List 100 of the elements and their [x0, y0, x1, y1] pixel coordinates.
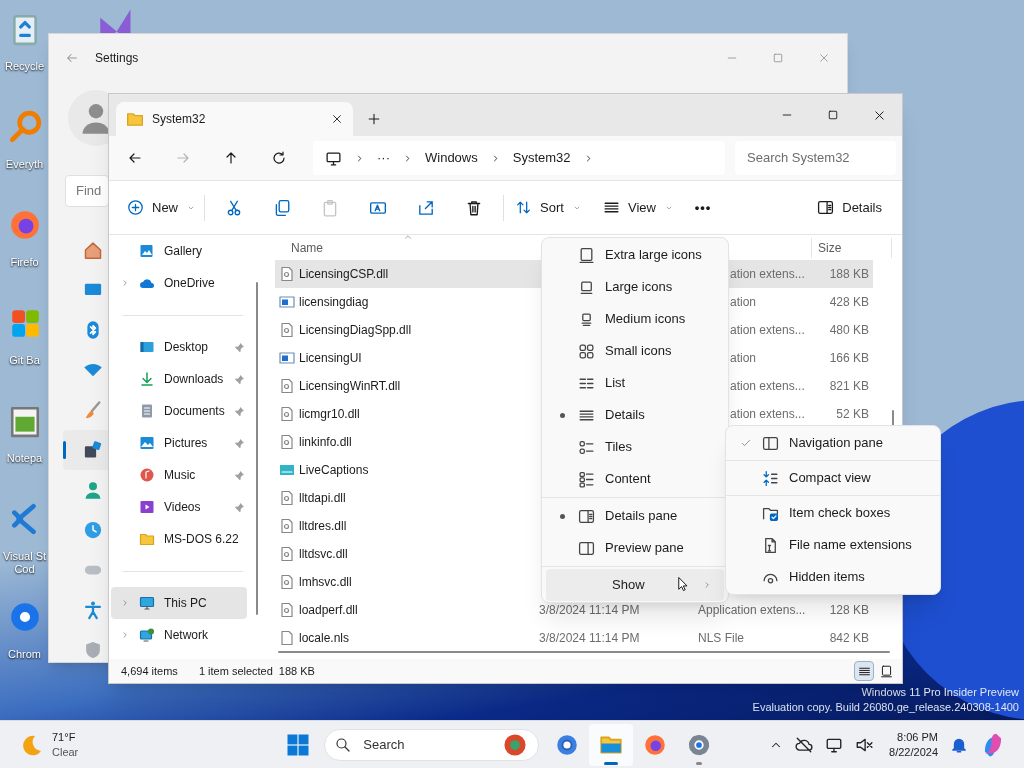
- menu-item[interactable]: Content: [546, 463, 724, 495]
- paste-icon: [321, 198, 339, 217]
- desktop-icon: [139, 339, 155, 355]
- video-icon: [139, 499, 155, 515]
- search-field[interactable]: Search: [324, 728, 540, 761]
- side-pane-icon: [578, 507, 595, 525]
- menu-item[interactable]: List: [546, 367, 724, 399]
- nav-item[interactable]: Desktop: [111, 331, 247, 363]
- file-name[interactable]: lltdapi.dll: [299, 491, 346, 505]
- new-button[interactable]: New: [121, 190, 199, 225]
- file-type: ation extens...: [730, 323, 805, 337]
- breadcrumb[interactable]: Windows: [425, 148, 478, 168]
- file-name[interactable]: loadperf.dll: [299, 603, 358, 617]
- file-name[interactable]: linkinfo.dll: [299, 435, 352, 449]
- file-type: Application extens...: [698, 603, 806, 617]
- new-tab-icon[interactable]: [367, 112, 381, 126]
- grid-icon: [578, 342, 595, 360]
- nav-item[interactable]: Videos: [111, 491, 247, 523]
- column-header[interactable]: Size: [818, 238, 891, 257]
- clock-date[interactable]: 8/22/2024: [889, 744, 938, 760]
- menu-item[interactable]: File name extensions: [730, 529, 936, 561]
- close-icon[interactable]: [331, 113, 343, 125]
- document-icon: [139, 403, 155, 419]
- dll-file-icon: [279, 518, 295, 534]
- details-button[interactable]: Details: [809, 190, 890, 225]
- search-field[interactable]: Find: [65, 175, 109, 207]
- network-icon: [139, 627, 155, 643]
- vertical-scrollbar[interactable]: [892, 410, 894, 426]
- menu-item[interactable]: Hidden items: [730, 561, 936, 593]
- scrollbar[interactable]: [256, 282, 258, 615]
- desktop-icon-label[interactable]: Chrom: [1, 648, 48, 661]
- menu-item[interactable]: Large icons: [546, 271, 724, 303]
- horizontal-scrollbar[interactable]: [278, 651, 890, 653]
- address-bar[interactable]: ··· Windows System32: [313, 141, 725, 175]
- menu-item[interactable]: Medium icons: [546, 303, 724, 335]
- copy-icon: [273, 198, 291, 217]
- menu-item[interactable]: Details pane: [546, 500, 724, 532]
- file-name[interactable]: lltdsvc.dll: [299, 547, 348, 561]
- menu-item[interactable]: Show: [546, 569, 724, 601]
- sort-button[interactable]: Sort: [509, 190, 587, 225]
- breadcrumb[interactable]: System32: [512, 148, 571, 168]
- file-icon: [762, 536, 779, 554]
- menu-item[interactable]: Item check boxes: [730, 497, 936, 529]
- weather-temperature[interactable]: 71°F: [52, 729, 79, 745]
- file-name[interactable]: LiveCaptions: [299, 463, 369, 477]
- nav-item[interactable]: Network: [111, 619, 247, 651]
- menu-item[interactable]: Navigation pane: [730, 427, 936, 459]
- menu-item[interactable]: Details: [546, 399, 724, 431]
- menu-item[interactable]: Compact view: [730, 462, 936, 494]
- nav-item[interactable]: This PC: [111, 587, 247, 619]
- nav-item[interactable]: Gallery: [111, 235, 247, 267]
- more-button[interactable]: •••: [683, 190, 723, 225]
- refresh-icon[interactable]: [271, 150, 287, 166]
- file-name[interactable]: LicensingCSP.dll: [299, 267, 389, 281]
- menu-item[interactable]: Small icons: [546, 335, 724, 367]
- file-name[interactable]: LicensingUI: [299, 351, 362, 365]
- nav-item[interactable]: Downloads: [111, 363, 247, 395]
- file-name[interactable]: licmgr10.dll: [299, 407, 360, 421]
- browser-icon: [555, 732, 580, 757]
- gear-icon: [687, 732, 712, 757]
- nav-item[interactable]: Pictures: [111, 427, 247, 459]
- taskbar-app[interactable]: [589, 723, 634, 766]
- browser-icon[interactable]: [8, 600, 42, 634]
- file-name[interactable]: LicensingDiagSpp.dll: [299, 323, 412, 337]
- file-size: 52 KB: [836, 407, 869, 421]
- notepad-icon[interactable]: [8, 404, 42, 438]
- column-header[interactable]: Name: [291, 238, 323, 257]
- view-button[interactable]: View: [593, 190, 675, 225]
- home-icon: [83, 240, 103, 260]
- nav-item[interactable]: MS-DOS 6.22: [111, 523, 247, 555]
- browser-icon[interactable]: [8, 208, 42, 242]
- file-name[interactable]: lltdres.dll: [299, 519, 347, 533]
- start-icon[interactable]: [286, 732, 311, 757]
- file-name[interactable]: lmhsvc.dll: [299, 575, 352, 589]
- dll-file-icon: [279, 602, 295, 618]
- content-icon: [578, 470, 595, 488]
- nav-item[interactable]: OneDrive: [111, 267, 247, 299]
- cut-icon: [225, 198, 243, 217]
- menu-item[interactable]: Tiles: [546, 431, 724, 463]
- weather-condition[interactable]: Clear: [52, 744, 79, 760]
- breadcrumb[interactable]: ···: [377, 148, 390, 168]
- settings-nav-item[interactable]: [63, 430, 109, 470]
- clock-time[interactable]: 8:06 PM: [897, 729, 938, 745]
- nav-item[interactable]: Music: [111, 459, 247, 491]
- tab[interactable]: System32: [116, 102, 353, 136]
- file-size: 842 KB: [829, 631, 869, 645]
- menu-item[interactable]: Extra large icons: [546, 239, 724, 271]
- file-name[interactable]: LicensingWinRT.dll: [299, 379, 401, 393]
- close-icon[interactable]: [872, 108, 886, 122]
- menu-item[interactable]: Preview pane: [546, 532, 724, 564]
- side-pane-icon: [578, 539, 595, 557]
- search-field[interactable]: Search System32: [735, 141, 896, 175]
- file-name[interactable]: locale.nls: [299, 631, 350, 645]
- file-name[interactable]: licensingdiag: [299, 295, 369, 309]
- cloud-off-icon[interactable]: [795, 735, 814, 754]
- maximize-icon[interactable]: [827, 109, 839, 121]
- selection-size: 188 KB: [278, 663, 315, 679]
- details-view-button[interactable]: [854, 661, 874, 681]
- nav-item[interactable]: Documents: [111, 395, 247, 427]
- brush-icon: [83, 400, 103, 420]
